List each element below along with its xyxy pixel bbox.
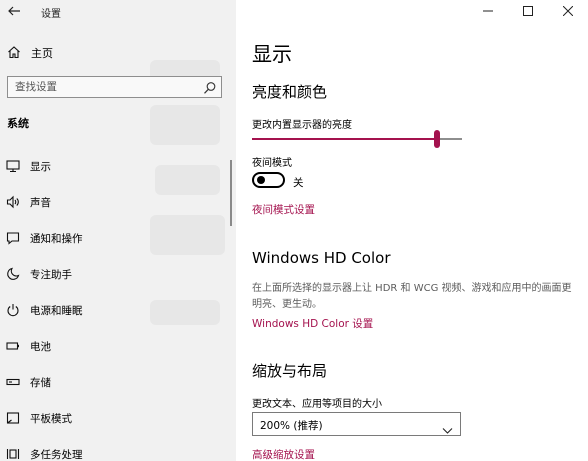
section-heading-hd-color: Windows HD Color bbox=[252, 249, 391, 267]
sidebar-item-sound[interactable]: 声音 bbox=[0, 187, 236, 223]
sidebar-item-label: 多任务处理 bbox=[30, 449, 83, 461]
page-title: 显示 bbox=[252, 42, 292, 66]
sidebar: 设置 主页 系统 显示 声音 通知和操作 bbox=[0, 0, 236, 461]
sidebar-item-label: 显示 bbox=[30, 161, 51, 173]
scale-label: 更改文本、应用等项目的大小 bbox=[252, 399, 382, 410]
section-heading-scale-layout: 缩放与布局 bbox=[252, 362, 328, 380]
multitask-icon bbox=[6, 446, 20, 460]
slider-fill bbox=[252, 138, 437, 140]
night-light-state: 关 bbox=[293, 177, 304, 189]
brightness-label: 更改内置显示器的亮度 bbox=[252, 120, 352, 131]
hd-color-settings-link[interactable]: Windows HD Color 设置 bbox=[252, 316, 373, 331]
night-light-label: 夜间模式 bbox=[252, 158, 292, 169]
scale-dropdown-value: 200% (推荐) bbox=[260, 420, 323, 432]
minimize-icon bbox=[483, 10, 493, 12]
section-heading-system: 系统 bbox=[7, 117, 29, 130]
maximize-button[interactable] bbox=[508, 0, 548, 22]
toggle-knob bbox=[257, 176, 265, 184]
close-button[interactable] bbox=[548, 0, 588, 22]
sidebar-item-storage[interactable]: 存储 bbox=[0, 367, 236, 403]
acrylic-blur-decoration bbox=[150, 105, 220, 145]
storage-icon bbox=[6, 374, 20, 388]
search-input[interactable] bbox=[8, 77, 198, 97]
sidebar-item-label: 专注助手 bbox=[30, 269, 72, 281]
speaker-icon bbox=[6, 194, 20, 209]
power-icon bbox=[6, 302, 20, 317]
sidebar-item-focus-assist[interactable]: 专注助手 bbox=[0, 259, 236, 295]
monitor-icon bbox=[6, 158, 20, 173]
slider-thumb[interactable] bbox=[433, 130, 440, 148]
title-bar: 设置 bbox=[0, 0, 236, 22]
sidebar-item-label: 平板模式 bbox=[30, 413, 72, 425]
minimize-button[interactable] bbox=[468, 0, 508, 22]
search-box[interactable] bbox=[7, 76, 222, 98]
moon-icon bbox=[6, 266, 20, 280]
section-heading-brightness: 亮度和颜色 bbox=[252, 83, 328, 101]
sidebar-item-multitasking[interactable]: 多任务处理 bbox=[0, 439, 236, 461]
night-light-settings-link[interactable]: 夜间模式设置 bbox=[252, 202, 315, 217]
sidebar-item-home[interactable]: 主页 bbox=[0, 40, 236, 64]
brightness-slider[interactable] bbox=[252, 130, 462, 148]
home-label: 主页 bbox=[31, 47, 53, 60]
tablet-icon bbox=[6, 410, 20, 424]
sidebar-item-notifications[interactable]: 通知和操作 bbox=[0, 223, 236, 259]
sidebar-item-display[interactable]: 显示 bbox=[0, 151, 236, 187]
sidebar-item-label: 通知和操作 bbox=[30, 233, 83, 245]
home-icon bbox=[7, 44, 21, 59]
night-light-toggle[interactable] bbox=[252, 172, 285, 188]
scale-dropdown[interactable]: 200% (推荐) bbox=[252, 412, 461, 436]
close-icon bbox=[563, 6, 573, 16]
sidebar-item-label: 电源和睡眠 bbox=[30, 305, 83, 317]
sidebar-item-label: 存储 bbox=[30, 377, 51, 389]
chevron-down-icon bbox=[442, 420, 453, 439]
sidebar-item-power-sleep[interactable]: 电源和睡眠 bbox=[0, 295, 236, 331]
sidebar-item-battery[interactable]: 电池 bbox=[0, 331, 236, 367]
sidebar-item-tablet-mode[interactable]: 平板模式 bbox=[0, 403, 236, 439]
maximize-icon bbox=[523, 6, 533, 16]
sidebar-scrollbar[interactable] bbox=[230, 160, 232, 226]
window-controls bbox=[468, 0, 588, 22]
sidebar-item-label: 声音 bbox=[30, 197, 51, 209]
back-arrow-icon[interactable] bbox=[6, 3, 22, 19]
advanced-scaling-link[interactable]: 高级缩放设置 bbox=[252, 447, 315, 461]
search-icon[interactable] bbox=[203, 80, 217, 94]
content-pane: 显示 亮度和颜色 更改内置显示器的亮度 夜间模式 关 夜间模式设置 Window… bbox=[236, 0, 588, 461]
sidebar-item-label: 电池 bbox=[30, 341, 51, 353]
hd-color-description: 在上面所选择的显示器上让 HDR 和 WCG 视频、游戏和应用中的画面更明亮、更… bbox=[252, 283, 572, 310]
app-title: 设置 bbox=[41, 9, 61, 20]
notification-icon bbox=[6, 230, 20, 245]
sidebar-nav: 显示 声音 通知和操作 专注助手 电源和睡眠 电池 存储 平板模式 多任务处理 bbox=[0, 151, 236, 461]
battery-icon bbox=[6, 338, 20, 352]
